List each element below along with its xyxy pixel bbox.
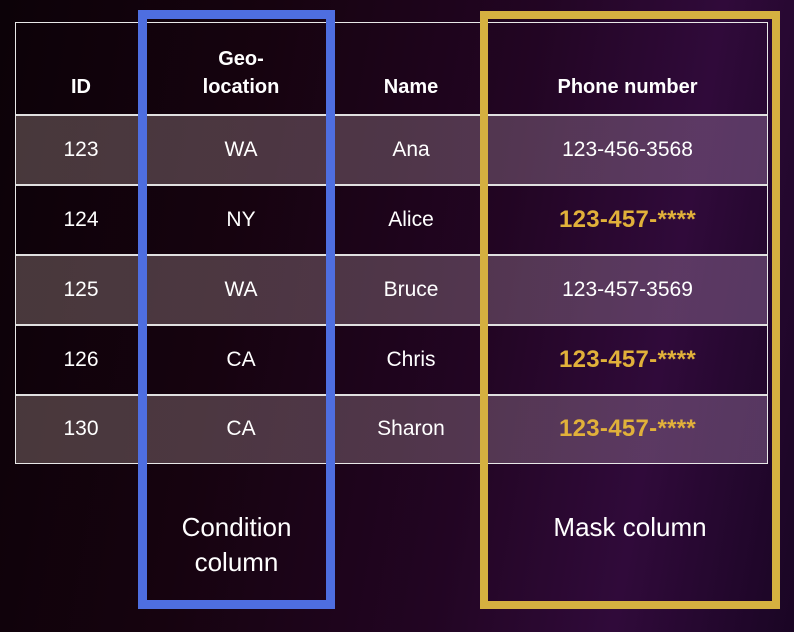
cell-name: Sharon: [377, 417, 445, 440]
cell-name: Chris: [386, 348, 436, 371]
condition-column-label: Condition column: [147, 510, 326, 580]
header-id: ID: [71, 76, 91, 98]
cell-name: Alice: [388, 208, 434, 231]
header-name: Name: [383, 76, 439, 98]
mask-column-label: Mask column: [553, 512, 707, 542]
cell-name: Ana: [392, 138, 430, 161]
cell-name: Bruce: [383, 278, 439, 301]
cell-id: 130: [63, 417, 99, 440]
condition-label-line1: Condition: [181, 512, 292, 542]
cell-id: 126: [63, 348, 99, 371]
cell-id: 124: [63, 208, 99, 231]
cell-id: 125: [63, 278, 99, 301]
cell-id: 123: [63, 138, 99, 161]
condition-label-line2: column: [194, 547, 279, 577]
